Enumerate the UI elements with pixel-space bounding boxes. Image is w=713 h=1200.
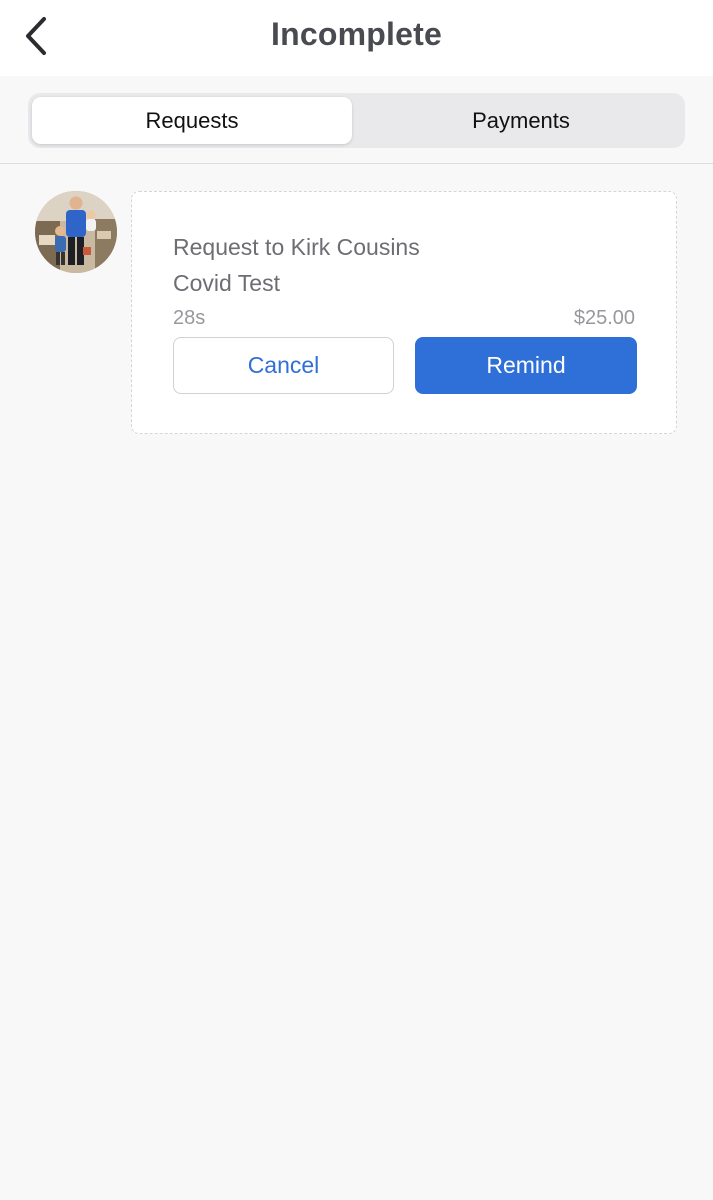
segmented-control-area: Requests Payments bbox=[0, 76, 713, 164]
cancel-button[interactable]: Cancel bbox=[173, 337, 394, 394]
tab-payments[interactable]: Payments bbox=[361, 97, 681, 144]
request-description: Covid Test bbox=[173, 270, 280, 296]
request-card: Request to Kirk Cousins Covid Test 28s $… bbox=[131, 191, 677, 434]
avatar[interactable] bbox=[35, 191, 117, 273]
segmented-control: Requests Payments bbox=[28, 93, 685, 148]
request-time: 28s bbox=[173, 307, 206, 329]
tab-requests[interactable]: Requests bbox=[32, 97, 352, 144]
request-title: Request to Kirk Cousins bbox=[173, 234, 420, 260]
remind-button[interactable]: Remind bbox=[415, 337, 637, 394]
page-title: Incomplete bbox=[271, 16, 442, 52]
top-bar: Incomplete bbox=[0, 0, 713, 76]
request-amount: $25.00 bbox=[573, 307, 635, 329]
